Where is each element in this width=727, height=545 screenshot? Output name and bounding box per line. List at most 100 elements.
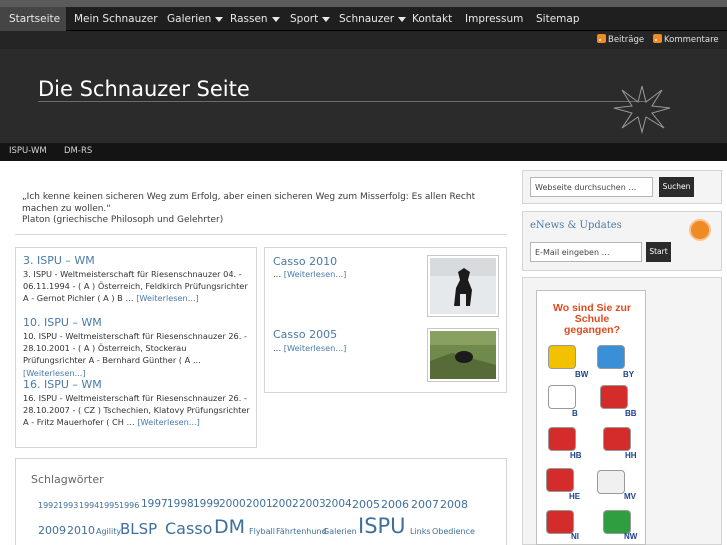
nav-rassen[interactable]: Rassen bbox=[230, 7, 280, 31]
state-crest-icon[interactable] bbox=[603, 427, 631, 451]
posts-feed-label: Beiträge bbox=[608, 35, 645, 45]
state-crest-icon[interactable] bbox=[597, 470, 625, 494]
nav-kontakt[interactable]: Kontakt bbox=[412, 7, 452, 31]
title-underline bbox=[38, 101, 646, 102]
tag-link[interactable]: 1992 bbox=[38, 501, 58, 510]
tag-link[interactable]: 1997 bbox=[141, 498, 168, 510]
post-excerpt-text: 10. ISPU - Weltmeisterschaft für Riesens… bbox=[23, 331, 247, 366]
read-more-link[interactable]: [Weiterlesen...] bbox=[23, 368, 86, 378]
nav-label: Impressum bbox=[465, 13, 524, 25]
comments-feed-link[interactable]: Kommentare bbox=[653, 34, 719, 45]
nav-sport[interactable]: Sport bbox=[290, 7, 331, 31]
tag-link[interactable]: Obedience bbox=[432, 527, 475, 536]
nav-startseite[interactable]: Startseite bbox=[0, 7, 66, 31]
state-label: HE bbox=[569, 492, 581, 501]
state-label: BW bbox=[575, 370, 589, 379]
tag-link[interactable]: 2010 bbox=[67, 524, 95, 537]
tag-link[interactable]: 2005 bbox=[352, 498, 380, 511]
state-label: HB bbox=[570, 451, 582, 460]
state-crest-icon[interactable] bbox=[603, 510, 631, 534]
chevron-down-icon bbox=[322, 16, 331, 22]
post-excerpt: 16. ISPU - Weltmeisterschaft für Riesens… bbox=[23, 392, 251, 429]
post-title[interactable]: 3. ISPU – WM bbox=[23, 254, 95, 267]
rss-icon bbox=[597, 34, 606, 43]
tag-link[interactable]: 2002 bbox=[272, 498, 299, 510]
post-excerpt: … [Weiterlesen...] bbox=[273, 268, 423, 280]
tag-link[interactable]: Galerien bbox=[323, 527, 357, 536]
nav-label: Sport bbox=[290, 13, 319, 25]
divider bbox=[15, 234, 507, 235]
nav-label: Kontakt bbox=[412, 13, 453, 25]
nav-label: Startseite bbox=[9, 13, 61, 25]
email-field[interactable]: E-Mail eingeben … bbox=[530, 242, 642, 262]
enews-title: eNews & Updates bbox=[530, 220, 622, 231]
state-label: NW bbox=[624, 532, 638, 541]
post-title[interactable]: 16. ISPU – WM bbox=[23, 378, 102, 391]
state-label: B bbox=[572, 409, 578, 418]
quote-block: „Ich kenne keinen sicheren Weg zum Erfol… bbox=[22, 192, 492, 227]
nav-impressum[interactable]: Impressum bbox=[465, 7, 523, 31]
site-title[interactable]: Die Schnauzer Seite bbox=[38, 77, 250, 101]
tag-link[interactable]: 1994 bbox=[79, 501, 99, 510]
tag-link[interactable]: Agility bbox=[96, 527, 121, 536]
tag-link[interactable]: BLSP bbox=[120, 520, 157, 538]
tag-link[interactable]: Links bbox=[410, 527, 431, 536]
read-more-link[interactable]: [Weiterlesen...] bbox=[284, 343, 347, 353]
rss-feed-icon[interactable] bbox=[689, 219, 711, 241]
state-crest-icon[interactable] bbox=[548, 345, 576, 369]
nav-label: Mein Schnauzer bbox=[74, 13, 158, 25]
read-more-link[interactable]: [Weiterlesen...] bbox=[284, 269, 347, 279]
tag-link[interactable]: 2003 bbox=[299, 498, 326, 510]
tag-link[interactable]: ISPU bbox=[358, 514, 406, 538]
tag-link[interactable]: 1996 bbox=[119, 501, 139, 510]
nav-sitemap[interactable]: Sitemap bbox=[536, 7, 580, 31]
tag-link[interactable]: 1999 bbox=[193, 498, 220, 510]
starburst-icon bbox=[613, 85, 671, 134]
post-title[interactable]: 10. ISPU – WM bbox=[23, 316, 102, 329]
tag-link[interactable]: 2006 bbox=[381, 498, 409, 511]
subscribe-button[interactable]: Start bbox=[646, 242, 671, 262]
nav-galerien[interactable]: Galerien bbox=[167, 7, 224, 31]
nav-schnauzer[interactable]: Schnauzer bbox=[339, 7, 407, 31]
casso-2010-thumbnail[interactable] bbox=[427, 255, 499, 317]
read-more-link[interactable]: [Weiterlesen...] bbox=[137, 417, 200, 427]
state-crest-icon[interactable] bbox=[600, 385, 628, 409]
subnav-dm-rs[interactable]: DM-RS bbox=[64, 146, 92, 156]
tag-link[interactable]: 2008 bbox=[440, 498, 468, 511]
tag-link[interactable]: Fährtenhund bbox=[276, 527, 327, 536]
post-excerpt: 3. ISPU - Weltmeisterschaft für Riesensc… bbox=[23, 268, 251, 305]
tag-link[interactable]: 1993 bbox=[58, 501, 78, 510]
chevron-down-icon bbox=[215, 16, 224, 22]
post-excerpt-text: … bbox=[273, 343, 282, 353]
nav-mein-schnauzer[interactable]: Mein Schnauzer bbox=[74, 7, 158, 31]
state-label: BY bbox=[623, 370, 635, 379]
tag-cloud-title: Schlagwörter bbox=[31, 473, 104, 486]
tag-link[interactable]: 2001 bbox=[246, 498, 273, 510]
search-input[interactable]: Webseite durchsuchen … bbox=[530, 177, 653, 197]
tag-link[interactable]: 1998 bbox=[167, 498, 194, 510]
tag-link[interactable]: 2000 bbox=[219, 498, 246, 510]
posts-feed-link[interactable]: Beiträge bbox=[597, 34, 644, 45]
chevron-down-icon bbox=[271, 16, 280, 22]
tag-link[interactable]: 2007 bbox=[411, 498, 439, 511]
state-crest-icon[interactable] bbox=[546, 510, 574, 534]
tag-link[interactable]: 1995 bbox=[99, 501, 119, 510]
chevron-down-icon bbox=[398, 16, 407, 22]
read-more-link[interactable]: [Weiterlesen...] bbox=[136, 293, 199, 303]
tag-link[interactable]: 2004 bbox=[325, 498, 352, 510]
post-title[interactable]: Casso 2010 bbox=[273, 255, 337, 268]
state-crest-icon[interactable] bbox=[548, 385, 576, 409]
tag-link[interactable]: Casso bbox=[165, 519, 212, 538]
tag-link[interactable]: 2009 bbox=[38, 524, 66, 537]
tag-link[interactable]: DM bbox=[214, 516, 245, 538]
tag-link[interactable]: Flyball bbox=[249, 527, 275, 536]
state-crest-icon[interactable] bbox=[546, 468, 574, 492]
casso-2005-thumbnail[interactable] bbox=[427, 328, 499, 382]
search-button[interactable]: Suchen bbox=[659, 177, 694, 197]
subnav-ispu-wm[interactable]: ISPU-WM bbox=[9, 146, 47, 156]
nav-label: Schnauzer bbox=[339, 13, 395, 25]
feed-bar: Beiträge Kommentare bbox=[0, 31, 727, 49]
post-title[interactable]: Casso 2005 bbox=[273, 328, 337, 341]
state-crest-icon[interactable] bbox=[597, 345, 625, 369]
state-crest-icon[interactable] bbox=[548, 427, 576, 451]
